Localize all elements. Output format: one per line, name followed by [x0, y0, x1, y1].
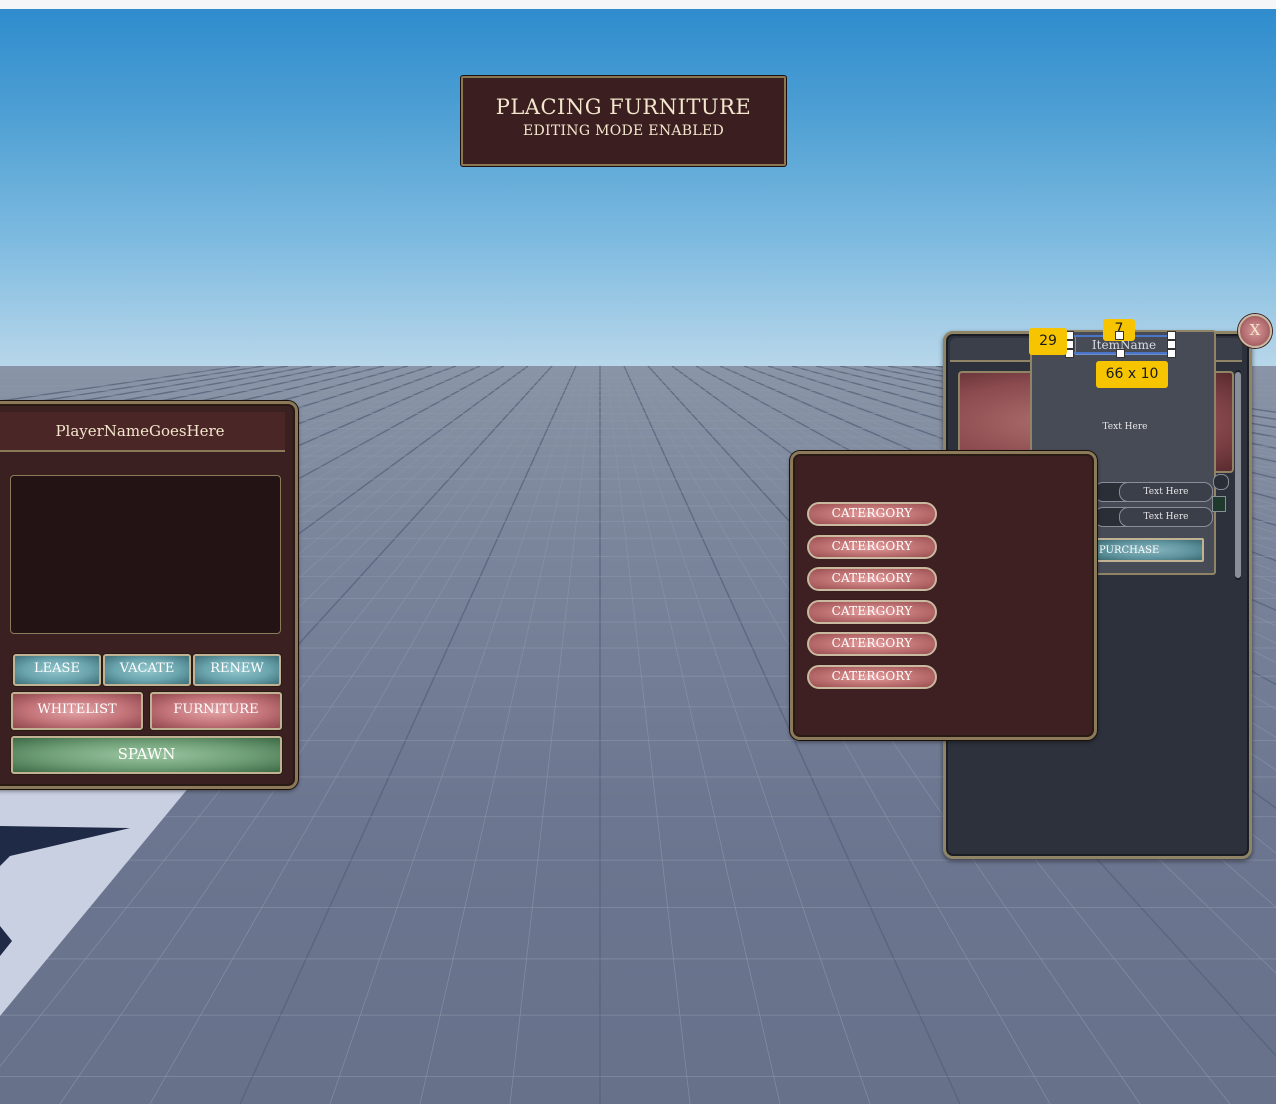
category-button[interactable]: CATERGORY — [807, 599, 937, 624]
item-stat-1-value: Text Here — [1119, 482, 1213, 502]
offset-x-tag: 29 — [1029, 328, 1067, 355]
lease-button[interactable]: LEASE — [13, 654, 101, 686]
item-stat-2-value: Text Here — [1119, 507, 1213, 527]
player-info-box — [10, 475, 281, 634]
resize-handle-tr[interactable] — [1167, 331, 1176, 340]
category-button[interactable]: CATERGORY — [807, 567, 937, 592]
item-stat-2: Text Here — [1094, 507, 1213, 527]
resize-handle-tm[interactable] — [1115, 331, 1124, 340]
item-stat-1: Text Here — [1094, 482, 1213, 502]
item-description: Text Here — [1102, 422, 1148, 432]
player-name-label: PlayerNameGoesHere — [0, 412, 285, 452]
size-readout-tag: 66 x 10 — [1096, 361, 1168, 388]
resize-handle-br[interactable] — [1167, 349, 1176, 358]
close-button[interactable]: X — [1238, 314, 1272, 348]
placing-furniture-banner: PLACING FURNITURE EDITING MODE ENABLED — [461, 76, 786, 166]
sky — [0, 9, 1276, 369]
item-stat-knob — [1213, 474, 1229, 490]
furniture-button[interactable]: FURNITURE — [150, 692, 282, 730]
whitelist-button[interactable]: WHITELIST — [11, 692, 143, 730]
purchase-button[interactable]: PURCHASE — [1094, 538, 1204, 562]
category-panel: CATERGORY CATERGORY CATERGORY CATERGORY CATE… — [790, 451, 1097, 740]
banner-subtitle: EDITING MODE ENABLED — [522, 123, 725, 139]
renew-button[interactable]: RENEW — [193, 654, 281, 686]
resize-handle-mr[interactable] — [1167, 340, 1176, 349]
banner-title: PLACING FURNITURE — [495, 95, 752, 119]
vacate-button[interactable]: VACATE — [103, 654, 191, 686]
item-stat-indicator — [1212, 496, 1226, 512]
category-button[interactable]: CATERGORY — [807, 665, 937, 689]
category-button[interactable]: CATERGORY — [807, 632, 937, 657]
player-panel: PlayerNameGoesHere LEASE VACATE RENEW WH… — [0, 401, 298, 789]
category-button[interactable]: CATERGORY — [807, 534, 937, 559]
shop-scrollbar-thumb[interactable] — [1235, 372, 1241, 578]
category-button[interactable]: CATERGORY — [807, 502, 937, 526]
spawn-button[interactable]: SPAWN — [11, 736, 282, 774]
resize-handle-bm[interactable] — [1116, 349, 1125, 358]
